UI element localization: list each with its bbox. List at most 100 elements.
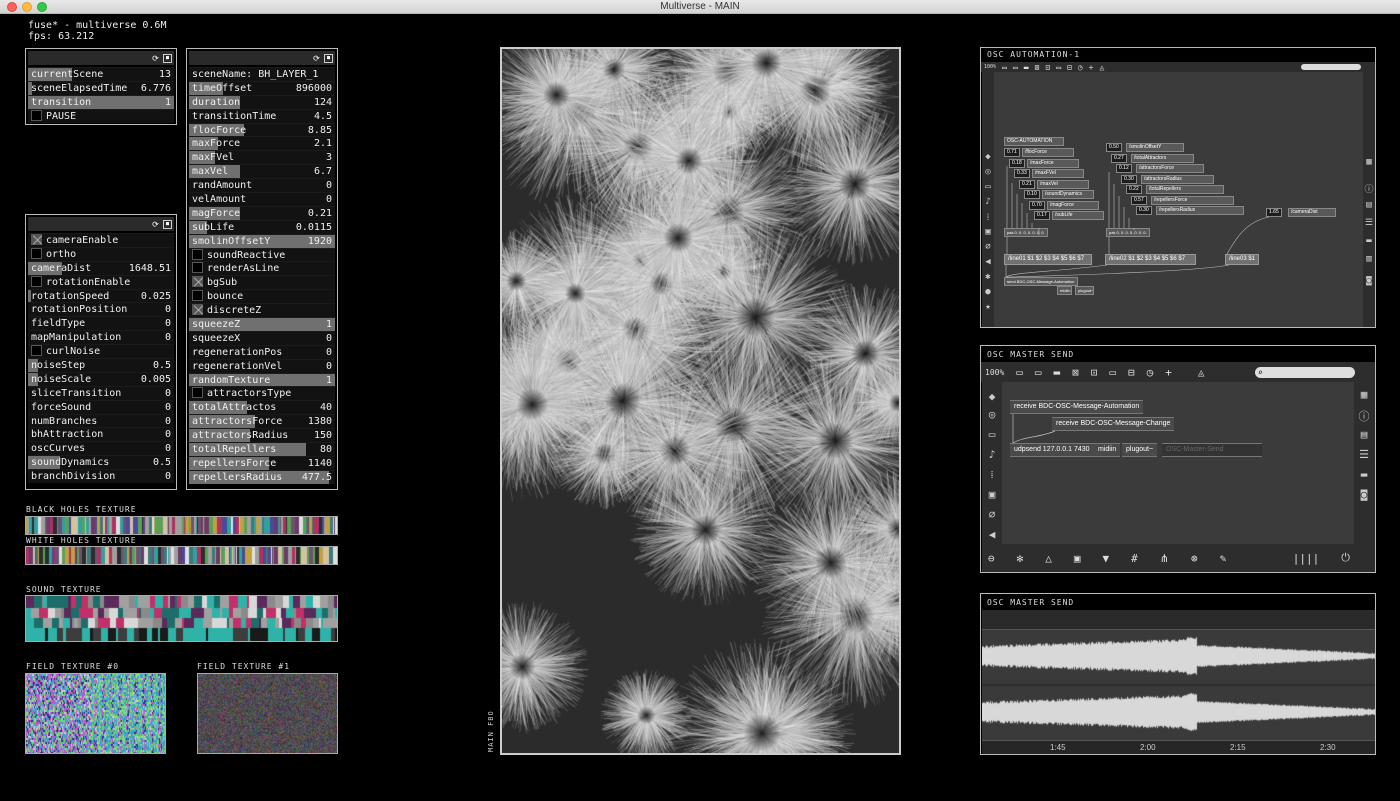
transition-time-slider[interactable]: transitionTime 4.5 — [189, 108, 335, 123]
warning-icon[interactable]: △ — [1045, 552, 1052, 565]
squeeze-x-slider[interactable]: squeezeX 0 — [189, 330, 335, 345]
debug-icon[interactable]: ▼ — [1103, 552, 1110, 565]
total-repellers-slider[interactable]: totalRepellers 80 — [189, 442, 335, 456]
receive-change-object[interactable]: receive BDC-OSC-Message-Change — [1052, 417, 1175, 431]
star-icon[interactable]: ★ — [982, 302, 994, 312]
snowflake-icon[interactable]: ✻ — [1017, 552, 1024, 565]
param-number[interactable]: 0.70 — [1029, 200, 1045, 210]
list-icon[interactable]: ☰ — [1363, 218, 1375, 228]
mute-icon[interactable]: ⊗ — [1191, 552, 1198, 565]
regeneration-pos-slider[interactable]: regenerationPos 0 — [189, 344, 335, 359]
window-icon[interactable]: ▬ — [1358, 468, 1370, 481]
total-attractos-slider[interactable]: totalAttractos 40 — [189, 400, 335, 415]
bg-sub-toggle[interactable]: bgSub — [189, 275, 335, 290]
master-send-comment[interactable]: OSC-Master-Send — [1162, 443, 1262, 457]
columns-icon[interactable]: ▥ — [1363, 254, 1375, 264]
param-number[interactable]: 0.27 — [1111, 153, 1127, 163]
reload-icon[interactable]: ⟳ — [151, 220, 160, 229]
toggle-icon[interactable]: ⊡ — [1045, 63, 1050, 72]
message-icon[interactable]: ▭ — [1013, 63, 1018, 72]
checkbox[interactable] — [192, 248, 203, 260]
receive-automation-object[interactable]: receive BDC-OSC-Message-Automation — [1010, 400, 1144, 414]
current-scene-slider[interactable]: currentScene 13 — [28, 67, 174, 81]
param-number[interactable]: 0.22 — [1126, 185, 1142, 194]
osc-automation-object[interactable]: OSC-AUTOMATION — [1004, 137, 1064, 146]
lock-icon[interactable]: ⊖ — [988, 552, 995, 565]
param-number[interactable]: 0.10 — [1024, 190, 1040, 199]
midiin-object[interactable]: midiin — [1057, 286, 1072, 295]
grid-icon[interactable]: # — [1131, 552, 1138, 565]
osc-automation-patcher[interactable]: OSC-AUTOMATION 0.71/flocForce 0.18/maxFor… — [994, 72, 1363, 327]
max-vel-slider[interactable]: maxVel 6.7 — [189, 164, 335, 179]
param-number[interactable]: 0.18 — [1009, 158, 1025, 168]
panel-icon[interactable]: ▤ — [1363, 200, 1375, 210]
wrench-icon[interactable]: ✎ — [1220, 552, 1227, 565]
reload-icon[interactable]: ⟳ — [312, 54, 321, 63]
sound-dynamics-slider[interactable]: soundDynamics 0.5 — [28, 455, 174, 470]
ortho-toggle[interactable]: ortho — [28, 246, 174, 261]
gear-icon[interactable]: ✱ — [982, 272, 994, 282]
reload-icon[interactable]: ⟳ — [151, 54, 160, 63]
rotation-position-slider[interactable]: rotationPosition 0 — [28, 302, 174, 317]
param-number[interactable]: 0.57 — [1131, 195, 1147, 205]
sound-reactive-toggle[interactable]: soundReactive — [189, 247, 335, 262]
plugout-object[interactable]: plugout~ — [1122, 443, 1158, 457]
bounce-toggle[interactable]: bounce — [189, 289, 335, 304]
checkbox[interactable] — [31, 109, 42, 121]
add-icon[interactable]: + — [1165, 366, 1172, 379]
param-object[interactable]: /maxVel — [1037, 179, 1089, 189]
bracket-icon[interactable]: ⁞ — [986, 468, 998, 481]
panel-icon[interactable]: ▤ — [1358, 428, 1370, 441]
udpsend-object[interactable]: udpsend 127.0.0.1 7430 — [1010, 443, 1094, 457]
transition-slider[interactable]: transition 1 — [28, 94, 174, 109]
note-icon[interactable]: ♪ — [986, 448, 998, 461]
param-number[interactable]: 0.30 — [1121, 174, 1137, 184]
info-icon[interactable]: ⓘ — [1363, 182, 1375, 195]
mag-force-slider[interactable]: magForce 0.21 — [189, 205, 335, 220]
floc-force-slider[interactable]: flocForce 8.85 — [189, 122, 335, 137]
bus-icon[interactable]: ▭ — [982, 182, 994, 192]
squeeze-z-slider[interactable]: squeezeZ 1 — [189, 317, 335, 331]
object-icon[interactable]: ▭ — [1002, 63, 1007, 72]
line03-message[interactable]: /line03 $1 — [1225, 254, 1259, 265]
presentation-icon[interactable]: ▣ — [1074, 552, 1081, 565]
param-object[interactable]: /totalAttractors — [1131, 153, 1194, 163]
param-number[interactable]: 0.30 — [1136, 206, 1152, 215]
param-number[interactable]: 0.71 — [1004, 148, 1020, 157]
grid-icon[interactable]: ▦ — [1358, 388, 1370, 401]
repellers-radius-slider[interactable]: repellersRadius 477.5 — [189, 469, 335, 484]
field-type-slider[interactable]: fieldType 0 — [28, 316, 174, 331]
paperclip-icon[interactable]: ∅ — [982, 242, 994, 252]
checkbox[interactable] — [31, 234, 42, 245]
scene-elapsed-time-slider[interactable]: sceneElapsedTime 6.776 — [28, 80, 174, 95]
noise-step-slider[interactable]: noiseStep 0.5 — [28, 358, 174, 372]
search-input[interactable] — [1301, 64, 1361, 70]
param-object[interactable]: /repellersForce — [1151, 195, 1234, 205]
param-object[interactable]: /maxForce — [1027, 158, 1079, 168]
zoom-level[interactable]: 100% — [985, 368, 1004, 377]
number-icon[interactable]: ▭ — [1056, 63, 1061, 72]
param-object[interactable]: /smolinOffsetY — [1126, 143, 1184, 152]
param-object[interactable]: /soundDynamics — [1042, 190, 1094, 199]
checkbox[interactable] — [192, 276, 203, 288]
osc-curves-slider[interactable]: oscCurves 0 — [28, 441, 174, 456]
pak-object-2[interactable]: pak 0. 0. 0. 0. 0. 0. 0. — [1106, 228, 1150, 237]
noise-scale-slider[interactable]: noiseScale 0.005 — [28, 371, 174, 386]
search-input[interactable]: ⌕ — [1255, 366, 1355, 378]
render-as-line-toggle[interactable]: renderAsLine — [189, 261, 335, 276]
save-icon[interactable]: ■ — [163, 219, 172, 229]
rotation-enable-toggle[interactable]: rotationEnable — [28, 274, 174, 289]
pause-toggle[interactable]: PAUSE — [28, 108, 174, 123]
timeline-ruler[interactable]: 1:45 2:00 2:15 2:30 — [982, 740, 1375, 754]
main-fbo-viewport[interactable] — [500, 47, 901, 755]
rotation-speed-slider[interactable]: rotationSpeed 0.025 — [28, 288, 174, 303]
param-number[interactable]: 0.17 — [1034, 211, 1050, 220]
button-icon[interactable]: ⊠ — [1035, 63, 1040, 72]
slider-icon[interactable]: ⊟ — [1128, 366, 1135, 379]
comment-icon[interactable]: ▬ — [1024, 63, 1029, 72]
param-number[interactable]: 0.21 — [1019, 179, 1035, 189]
midiin-object[interactable]: midiin — [1094, 443, 1121, 457]
object-icon[interactable]: ▭ — [1016, 366, 1023, 379]
param-object[interactable]: /repellersRadius — [1156, 206, 1244, 215]
image-icon[interactable]: ▣ — [986, 488, 998, 501]
